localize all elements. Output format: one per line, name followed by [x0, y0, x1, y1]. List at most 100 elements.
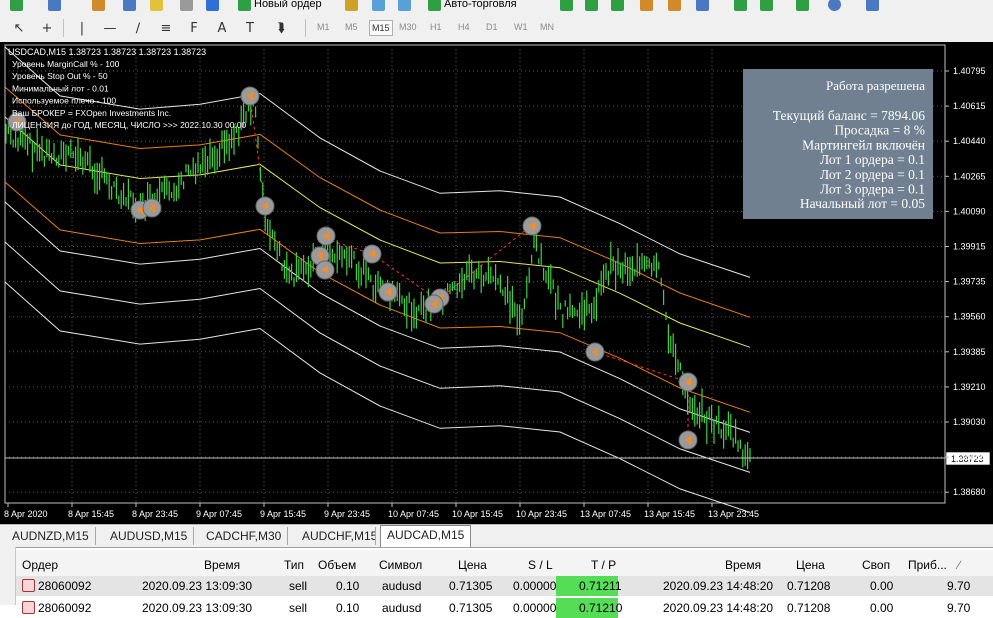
- market-watch-icon: [92, 0, 105, 11]
- metaeditor-button[interactable]: [345, 0, 358, 12]
- tab-audcad[interactable]: AUDCAD,M15: [380, 525, 472, 547]
- col-close-time[interactable]: Время: [725, 558, 761, 572]
- orders-header: Ордер Время Тип Объем Символ Цена S / L …: [0, 550, 993, 577]
- signals-button[interactable]: [398, 0, 411, 12]
- new-order-button[interactable]: Новый ордер: [238, 0, 322, 12]
- tile-windows-button[interactable]: [696, 0, 709, 12]
- price-tick-label: 1.40440: [953, 136, 986, 146]
- cursor-tool[interactable]: ↖: [10, 20, 28, 36]
- chart-header: USDCAD,M15 1.38723 1.38723 1.38723 1.387…: [8, 47, 206, 57]
- horizontal-line-icon: —: [103, 20, 117, 36]
- community-button[interactable]: [372, 0, 385, 12]
- terminal-button[interactable]: [180, 0, 193, 12]
- profiles-button[interactable]: [48, 0, 61, 12]
- tf-m30[interactable]: M30: [399, 22, 417, 32]
- templates-button[interactable]: [866, 0, 879, 12]
- tf-mn[interactable]: MN: [540, 22, 554, 32]
- tf-h1[interactable]: H1: [430, 22, 442, 32]
- channel-tool[interactable]: ≡: [157, 20, 175, 36]
- candle-chart-button[interactable]: [585, 0, 598, 12]
- autotrading-button[interactable]: Авто-торговля: [428, 0, 517, 12]
- zoom-in-icon: [640, 0, 653, 11]
- panel-line: Просадка = 8 %: [834, 123, 925, 138]
- col-close-price[interactable]: Цена: [796, 558, 825, 572]
- crosshair-tool[interactable]: +: [38, 20, 56, 36]
- zoom-out-button[interactable]: [668, 0, 681, 12]
- col-time[interactable]: Время: [204, 558, 240, 572]
- sort-indicator-icon: ∕: [958, 558, 961, 572]
- tester-button[interactable]: [206, 0, 219, 12]
- tf-m1[interactable]: M1: [317, 22, 330, 32]
- time-tick-label: 10 Apr 23:45: [516, 509, 567, 519]
- col-sl[interactable]: S / L: [528, 558, 553, 572]
- tf-w1[interactable]: W1: [514, 22, 528, 32]
- tab-audusd[interactable]: AUDUSD,M15: [104, 527, 195, 545]
- navigator-button[interactable]: [150, 0, 163, 12]
- data-window-icon: [123, 0, 136, 11]
- price-tick-label: 1.38680: [953, 487, 986, 497]
- drawing-toolbar: ↖ + | — ∕ ≡ F A T ⮯ M1 M5 M15 M30 H1 H4 …: [0, 14, 993, 43]
- col-type[interactable]: Тип: [284, 558, 304, 572]
- community-icon: [372, 0, 385, 11]
- new-chart-button[interactable]: [10, 0, 23, 12]
- tf-m15[interactable]: M15: [369, 20, 393, 36]
- time-tick-label: 9 Apr 23:45: [324, 509, 370, 519]
- col-volume[interactable]: Объем: [318, 558, 356, 572]
- text-label-icon: T: [246, 20, 254, 36]
- col-tp[interactable]: T / P: [591, 558, 616, 572]
- autoscroll-button[interactable]: [760, 0, 773, 12]
- line-chart-button[interactable]: [611, 0, 624, 12]
- fibonacci-tool[interactable]: F: [185, 20, 203, 36]
- terminal-side-strip: [0, 547, 16, 605]
- time-tick-label: 9 Apr 15:45: [260, 509, 306, 519]
- periods-button[interactable]: [828, 0, 841, 12]
- tab-audchf[interactable]: AUDCHF,M15: [296, 527, 376, 545]
- data-window-button[interactable]: [123, 0, 136, 12]
- candles: [5, 92, 751, 470]
- clock-icon: [828, 0, 841, 11]
- candle-chart-icon: [585, 0, 598, 11]
- horizontal-line-tool[interactable]: —: [101, 20, 119, 36]
- order-icon: [22, 601, 35, 614]
- price-chart[interactable]: 1.38723 1.40795 1.40615 1.40440 1.40265 1.40…: [0, 42, 993, 532]
- tab-cadchf[interactable]: CADCHF,M30: [200, 527, 289, 545]
- market-watch-button[interactable]: [92, 0, 105, 12]
- tf-m5[interactable]: M5: [345, 22, 358, 32]
- chart-canvas[interactable]: 1.38723 1.407951.406151.404401.402651.40…: [0, 42, 993, 532]
- bar-chart-button[interactable]: [560, 0, 573, 12]
- zoom-out-icon: [668, 0, 681, 11]
- price-tick-label: 1.39560: [953, 312, 986, 322]
- col-order[interactable]: Ордер: [22, 558, 58, 572]
- col-swap[interactable]: Своп: [862, 558, 890, 572]
- new-order-icon: [238, 0, 251, 11]
- panel-line: Лот 1 ордера = 0.1: [820, 152, 925, 167]
- text-label-tool[interactable]: T: [241, 20, 259, 36]
- tf-h4[interactable]: H4: [458, 22, 470, 32]
- indicators-button[interactable]: [796, 0, 809, 12]
- table-row[interactable]: 28060092 2020.09.23 13:09:30 sell 0.10 a…: [0, 598, 993, 618]
- col-symbol[interactable]: Символ: [379, 558, 422, 572]
- panel-line: Лот 3 ордера = 0.1: [820, 182, 925, 197]
- tf-d1[interactable]: D1: [486, 22, 498, 32]
- table-row[interactable]: 28060092 2020.09.23 13:09:30 sell 0.10 a…: [0, 576, 993, 596]
- text-tool[interactable]: A: [213, 20, 231, 36]
- time-tick-label: 8 Apr 15:45: [68, 509, 114, 519]
- chart-shift-button[interactable]: [734, 0, 747, 12]
- trendline-icon: ∕: [135, 20, 141, 36]
- panel-line: Мартингейл включён: [802, 137, 925, 152]
- panel-line: Текущий баланс = 7894.06: [773, 108, 925, 123]
- price-tick-label: 1.39210: [953, 382, 986, 392]
- col-profit[interactable]: Приб...: [908, 558, 947, 572]
- info-line: Уровень Stop Out % - 50: [12, 71, 108, 81]
- time-tick-label: 10 Apr 15:45: [452, 509, 503, 519]
- panel-status: Работа разрешена: [826, 78, 925, 93]
- zoom-in-button[interactable]: [640, 0, 653, 12]
- indicators-icon: [796, 0, 809, 11]
- info-lines: Уровень MarginCall % - 100 Уровень Stop O…: [12, 59, 247, 130]
- vertical-line-tool[interactable]: |: [73, 20, 91, 36]
- trendline-tool[interactable]: ∕: [129, 20, 147, 36]
- info-line: Используемое плечо - 100: [12, 96, 116, 106]
- tab-audnzd[interactable]: AUDNZD,M15: [6, 527, 96, 545]
- arrows-tool[interactable]: ⮯: [272, 20, 290, 36]
- col-price[interactable]: Цена: [458, 558, 487, 572]
